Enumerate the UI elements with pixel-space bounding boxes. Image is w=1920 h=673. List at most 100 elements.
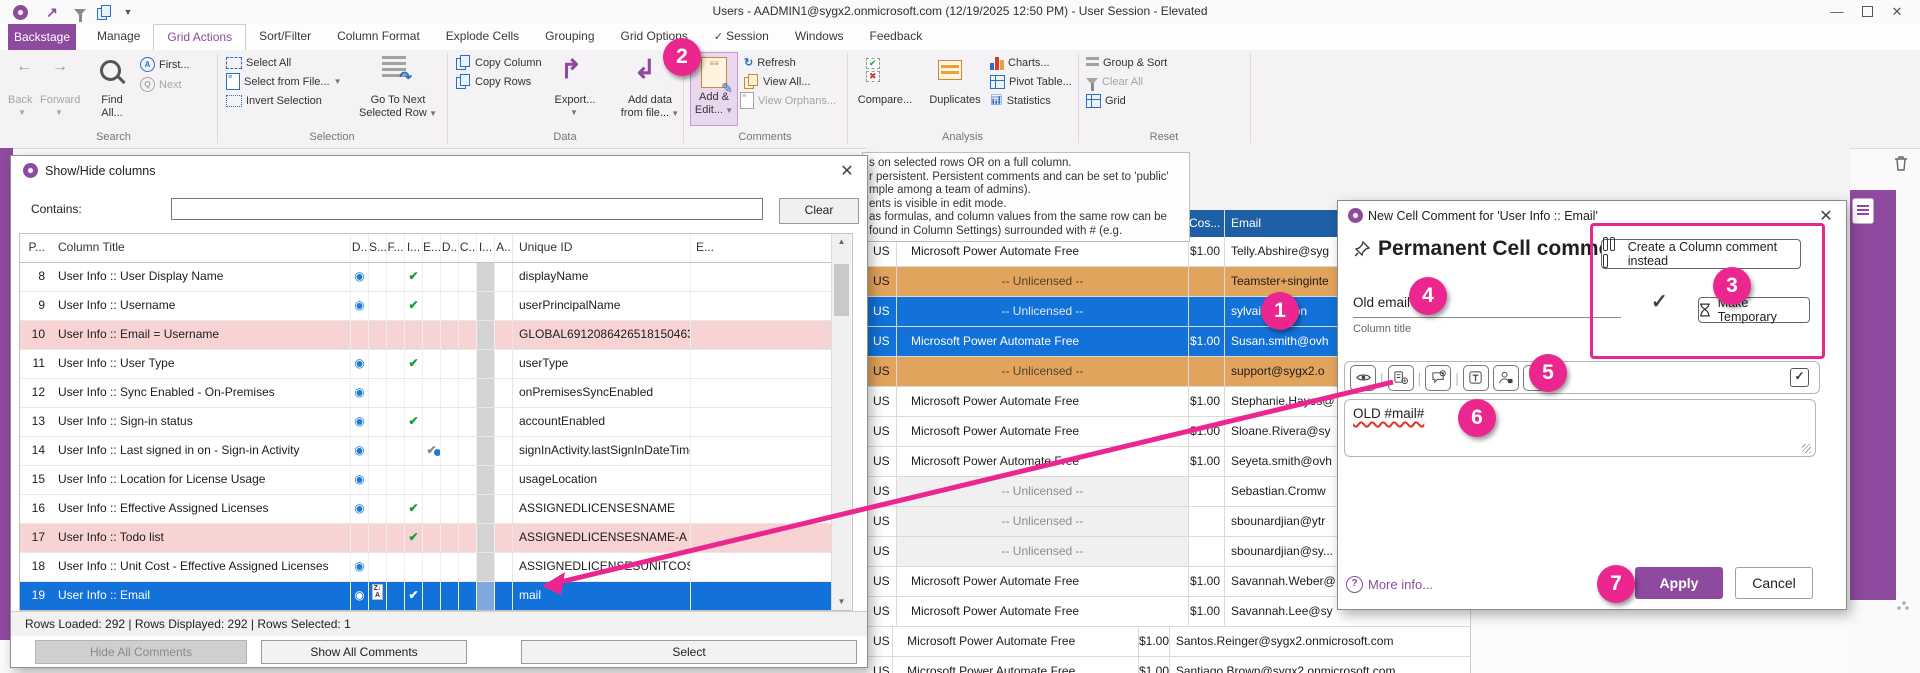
visible-eye-icon[interactable]: ◉ [354, 588, 364, 602]
export-icon[interactable]: ↱ [560, 54, 582, 85]
tab-windows[interactable]: Windows [782, 24, 857, 50]
insert-column-value-icon[interactable] [1388, 365, 1414, 391]
find-all-label[interactable]: Find All... [86, 94, 138, 120]
add-data-icon[interactable]: ↲ [634, 54, 656, 85]
add-comment-icon[interactable] [1425, 365, 1451, 391]
duplicates-icon[interactable] [938, 60, 962, 85]
tab-session[interactable]: ✓Session [701, 24, 782, 50]
scroll-up-icon[interactable]: ▲ [832, 234, 851, 250]
copy-column-button[interactable]: Copy Column [456, 54, 542, 71]
tab-grouping[interactable]: Grouping [532, 24, 607, 50]
cancel-button[interactable]: Cancel [1735, 567, 1813, 599]
more-info-link[interactable]: ? More info... [1346, 576, 1433, 593]
tab-explode-cells[interactable]: Explode Cells [433, 24, 532, 50]
maximize-button[interactable] [1854, 2, 1880, 21]
clear-button[interactable]: Clear [779, 198, 859, 224]
tab-backstage[interactable]: Backstage [8, 24, 76, 50]
table-row[interactable]: 18User Info :: Unit Cost - Effective Ass… [20, 553, 834, 582]
grid-reset-button[interactable]: Grid [1086, 92, 1126, 109]
clear-all-button[interactable]: Clear All [1086, 73, 1143, 90]
close-icon[interactable]: ✕ [837, 161, 857, 181]
copy-rows-button[interactable]: Copy Rows [456, 73, 531, 90]
visible-eye-icon[interactable]: ◉ [354, 414, 364, 428]
visible-eye-icon[interactable]: ◉ [354, 385, 364, 399]
comment-text-area[interactable]: OLD #mail# [1344, 399, 1816, 457]
add-data-from-file-button[interactable]: Add data from file... ▼ [608, 94, 692, 120]
scrollbar-thumb[interactable] [834, 264, 849, 316]
back-button[interactable]: Back [8, 94, 32, 106]
duplicates-button[interactable]: Duplicates [924, 94, 986, 106]
compare-button[interactable]: Compare... [854, 94, 916, 106]
charts-button[interactable]: Charts... [990, 54, 1050, 71]
right-panel-collapsed[interactable] [1850, 190, 1896, 600]
table-row[interactable]: 9User Info :: Username◉✔userPrincipalNam… [20, 292, 834, 321]
table-row-hidden[interactable]: 17User Info :: Todo list✔ASSIGNEDLICENSE… [20, 524, 834, 553]
contains-input[interactable] [171, 198, 763, 220]
pages-icon [744, 74, 759, 89]
table-row[interactable]: 12User Info :: Sync Enabled - On-Premise… [20, 379, 834, 408]
grid-row[interactable]: USMicrosoft Power Automate Free$1.00Sant… [866, 627, 1470, 657]
tab-sort-filter[interactable]: Sort/Filter [246, 24, 324, 50]
tab-feedback[interactable]: Feedback [857, 24, 936, 50]
resize-grip[interactable] [1896, 597, 1910, 611]
resize-handle-icon[interactable] [1802, 444, 1811, 453]
visible-eye-icon[interactable]: ◉ [354, 443, 364, 457]
next-button[interactable]: QNext [140, 76, 182, 93]
vertical-scrollbar[interactable]: ▲ ▼ [831, 234, 851, 610]
view-orphans-button[interactable]: ≡View Orphans... [740, 92, 836, 109]
visible-eye-icon[interactable]: ◉ [354, 559, 364, 573]
visible-eye-icon[interactable]: ◉ [354, 298, 364, 312]
select-from-file-button[interactable]: ≡Select from File...▼ [226, 73, 342, 90]
visible-eye-icon[interactable]: ◉ [354, 356, 364, 370]
view-all-button[interactable]: View All... [744, 73, 811, 90]
trash-icon[interactable] [1892, 154, 1910, 177]
close-button[interactable]: ✕ [1884, 2, 1910, 21]
tab-column-format[interactable]: Column Format [324, 24, 433, 50]
copy-column-icon [456, 55, 471, 70]
invert-selection-button[interactable]: Invert Selection [226, 92, 322, 109]
back-arrow-icon[interactable]: ← [16, 58, 32, 75]
go-to-next-selected-row-button[interactable]: ↷ [382, 56, 406, 85]
table-row[interactable]: 16User Info :: Effective Assigned Licens… [20, 495, 834, 524]
select-button[interactable]: Select [521, 640, 857, 664]
forward-arrow-icon[interactable]: → [52, 58, 68, 75]
minimize-button[interactable]: — [1824, 2, 1850, 21]
table-row[interactable]: 8User Info :: User Display Name◉✔display… [20, 263, 834, 292]
cost-column-header[interactable]: Cos... [1188, 210, 1224, 237]
visible-eye-icon[interactable]: ◉ [354, 472, 364, 486]
scroll-down-icon[interactable]: ▼ [832, 594, 851, 610]
comment-enabled-checkbox[interactable]: ✓ [1790, 368, 1809, 387]
find-all-button[interactable] [100, 60, 121, 86]
table-row[interactable]: 13User Info :: Sign-in status◉✔accountEn… [20, 408, 834, 437]
forward-button[interactable]: Forward [40, 94, 80, 106]
export-button[interactable]: Export... [542, 94, 608, 106]
table-row[interactable]: 11User Info :: User Type◉✔userType [20, 350, 834, 379]
table-row[interactable]: 14User Info :: Last signed in on - Sign-… [20, 437, 834, 466]
annotation-step-2: 2 [663, 38, 701, 76]
visibility-icon[interactable] [1350, 365, 1376, 391]
group-sort-button[interactable]: Group & Sort [1086, 54, 1167, 71]
tab-grid-actions[interactable]: Grid Actions [153, 24, 246, 50]
visible-eye-icon[interactable]: ◉ [354, 501, 364, 515]
visible-eye-icon[interactable]: ◉ [354, 269, 364, 283]
first-button[interactable]: AFirst... [140, 56, 190, 73]
pivot-table-button[interactable]: Pivot Table... [990, 73, 1072, 90]
check-icon: ✓ [714, 31, 723, 43]
table-row-selected[interactable]: 19User Info :: Email◉Z↓A✔mail [20, 582, 834, 611]
user-permission-icon[interactable] [1493, 365, 1519, 391]
table-row-hidden[interactable]: 10User Info :: Email = UsernameGLOBAL691… [20, 321, 834, 350]
apply-button[interactable]: Apply [1635, 567, 1723, 599]
hide-all-comments-button[interactable]: Hide All Comments [35, 640, 247, 664]
compare-icon[interactable]: ✔✖ [866, 58, 880, 82]
go-to-next-label[interactable]: Go To Next Selected Row ▼ [352, 94, 444, 120]
comment-name-input[interactable]: Old email [1353, 295, 1410, 310]
statistics-button[interactable]: 📊︎Statistics [990, 92, 1051, 109]
select-all-button[interactable]: Select All [226, 54, 291, 71]
refresh-button[interactable]: ↻Refresh [744, 54, 796, 71]
tab-manage[interactable]: Manage [84, 24, 153, 50]
show-all-comments-button[interactable]: Show All Comments [261, 640, 467, 664]
panel-list-icon[interactable] [1852, 198, 1874, 224]
table-row[interactable]: 15User Info :: Location for License Usag… [20, 466, 834, 495]
text-format-icon[interactable] [1463, 365, 1489, 391]
grid-row[interactable]: USMicrosoft Power Automate Free$1.00Sant… [866, 657, 1470, 673]
